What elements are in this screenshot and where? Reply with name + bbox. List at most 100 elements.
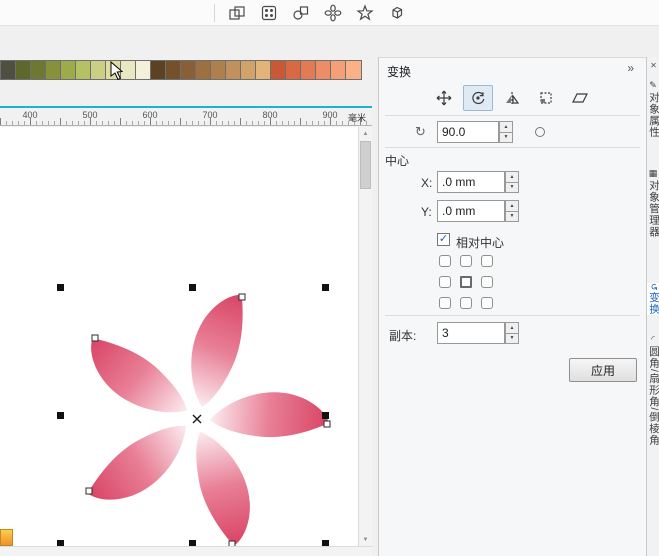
docker-tab-object-properties[interactable]: ✎对象属性 (647, 81, 659, 138)
angle-spin-up-button[interactable]: ▲ (499, 121, 513, 133)
cube-shape-icon[interactable] (384, 2, 409, 23)
copies-spin-down-button[interactable]: ▼ (505, 333, 519, 344)
anchor-cell-1[interactable] (460, 255, 472, 267)
docker-close-icon[interactable]: ✕ (647, 61, 659, 70)
x-center-input[interactable] (437, 171, 505, 193)
transform-skew-button[interactable] (565, 85, 595, 111)
angle-dial-icon[interactable] (535, 127, 545, 137)
docker-title: 变换 (387, 65, 412, 79)
relative-center-label: 相对中心 (456, 236, 505, 250)
selection-handle[interactable] (57, 412, 64, 419)
palette-swatch[interactable] (1, 61, 16, 79)
docker-tab-label: 变换 (648, 291, 659, 315)
docker-tab-fillet-scallop-chamfer[interactable]: ◜圆角/扇形角/倒棱角 (647, 335, 659, 446)
anchor-cell-6[interactable] (439, 297, 451, 309)
document-palette-swatch[interactable] (0, 529, 13, 546)
copies-spin-up-button[interactable]: ▲ (505, 322, 519, 334)
anchor-cell-3[interactable] (439, 276, 451, 288)
pattern-fill-icon[interactable] (256, 2, 281, 23)
selection-handle[interactable] (189, 284, 196, 291)
anchor-cell-7[interactable] (460, 297, 472, 309)
docker-collapse-icon[interactable]: » (627, 61, 634, 75)
palette-swatch[interactable] (136, 61, 151, 79)
palette-swatch[interactable] (76, 61, 91, 79)
palette-swatch[interactable] (271, 61, 286, 79)
palette-swatch[interactable] (301, 61, 316, 79)
palette-swatch[interactable] (166, 61, 181, 79)
anchor-cell-2[interactable] (481, 255, 493, 267)
separator (385, 315, 640, 316)
scrollbar-thumb[interactable] (360, 141, 371, 189)
relative-center-checkbox[interactable]: ✓ (437, 233, 450, 246)
horizontal-scrollbar[interactable] (0, 546, 372, 556)
selection-handle[interactable] (322, 284, 329, 291)
anchor-grid (439, 255, 493, 309)
ruler-tick-label: 500 (82, 110, 98, 120)
palette-swatch[interactable] (151, 61, 166, 79)
check-icon: ✓ (438, 233, 449, 245)
vertical-scrollbar[interactable]: ▲ ▼ (358, 127, 372, 546)
palette-swatch[interactable] (316, 61, 331, 79)
selection-handle[interactable] (57, 284, 64, 291)
palette-swatch[interactable] (91, 61, 106, 79)
y-label: Y: (421, 205, 432, 219)
palette-swatch[interactable] (256, 61, 271, 79)
palette-swatch[interactable] (346, 61, 361, 79)
top-toolbar (0, 0, 659, 26)
transform-docker: 变换 » ↻ ▲ ▼ 中心 X: ▲ ▼ Y: ▲ ▼ (378, 57, 646, 556)
flower-drawing[interactable] (0, 127, 358, 546)
copies-input[interactable] (437, 322, 505, 344)
transform-scale-mirror-button[interactable] (497, 85, 527, 111)
toolbar-separator (214, 4, 215, 22)
palette-swatch[interactable] (61, 61, 76, 79)
ruler: 毫米 400 500 600 700 800 900 (0, 108, 372, 126)
color-palette (0, 60, 362, 80)
object-manager-icon: ▦ (649, 169, 659, 180)
drawing-canvas[interactable] (0, 127, 358, 546)
palette-swatch[interactable] (181, 61, 196, 79)
palette-swatch[interactable] (331, 61, 346, 79)
scroll-down-icon[interactable]: ▼ (359, 533, 372, 546)
palette-swatch[interactable] (46, 61, 61, 79)
transform-position-button[interactable] (429, 85, 459, 111)
anchor-cell-4[interactable] (460, 276, 472, 288)
palette-swatch[interactable] (31, 61, 46, 79)
copies-label: 副本: (389, 329, 417, 343)
anchor-cell-5[interactable] (481, 276, 493, 288)
palette-swatch[interactable] (16, 61, 31, 79)
palette-swatch[interactable] (196, 61, 211, 79)
ruler-tick-label: 800 (262, 110, 278, 120)
star-shape-icon[interactable] (352, 2, 377, 23)
x-spin-up-button[interactable]: ▲ (505, 171, 519, 183)
docker-tab-transform[interactable]: ↺变换 (647, 283, 659, 315)
scroll-up-icon[interactable]: ▲ (359, 127, 372, 140)
anchor-cell-8[interactable] (481, 297, 493, 309)
palette-swatch[interactable] (241, 61, 256, 79)
ruler-tick-label: 900 (322, 110, 338, 120)
apply-button[interactable]: 应用 (569, 358, 637, 382)
transform-size-button[interactable] (531, 85, 561, 111)
docker-tab-label: 对象属性 (648, 92, 659, 138)
rotation-angle-input[interactable] (437, 121, 499, 143)
selection-handle[interactable] (322, 412, 329, 419)
rotation-center-marker (192, 414, 202, 424)
y-center-input[interactable] (437, 200, 505, 222)
docker-tab-label: 圆角/扇形角/倒棱角 (648, 346, 659, 446)
transform-icon: ↺ (649, 283, 659, 292)
x-spin-down-button[interactable]: ▼ (505, 182, 519, 193)
docker-tab-label: 对象管理器 (648, 180, 659, 238)
angle-spin-down-button[interactable]: ▼ (499, 132, 513, 143)
transform-rotate-button[interactable] (463, 85, 493, 111)
palette-swatch[interactable] (211, 61, 226, 79)
palette-swatch[interactable] (226, 61, 241, 79)
y-spin-up-button[interactable]: ▲ (505, 200, 519, 212)
anchor-cell-0[interactable] (439, 255, 451, 267)
palette-swatch[interactable] (286, 61, 301, 79)
flower-shape-icon[interactable] (320, 2, 345, 23)
x-label: X: (421, 176, 433, 190)
y-spin-down-button[interactable]: ▼ (505, 211, 519, 222)
weld-shapes-icon[interactable] (288, 2, 313, 23)
duplicate-shapes-icon[interactable] (224, 2, 249, 23)
docker-tab-object-manager[interactable]: ▦对象管理器 (647, 169, 659, 238)
center-section-label: 中心 (385, 154, 410, 168)
